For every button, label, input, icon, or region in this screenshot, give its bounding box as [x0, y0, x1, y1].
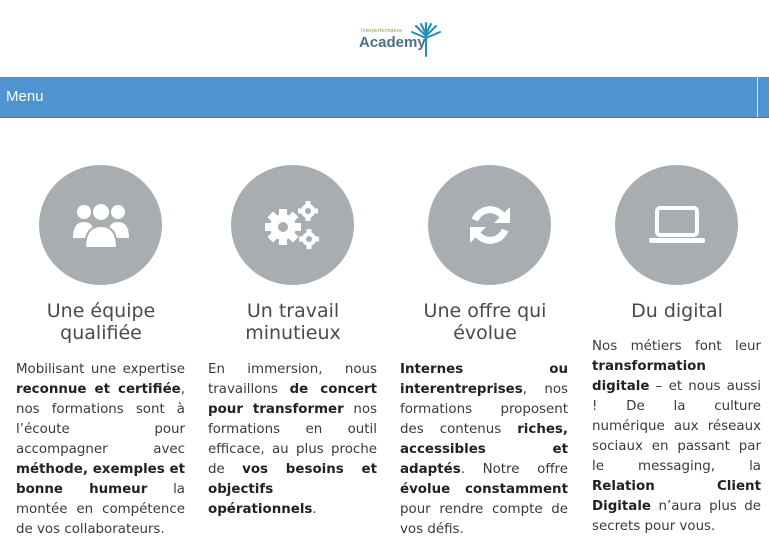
feature-title-gears: Un travail minutieux — [245, 300, 341, 344]
menu-bar: Menu — [0, 77, 769, 118]
feature-title-team: Une équipe qualifiée — [46, 300, 156, 344]
menu-toggle[interactable]: Menu — [6, 88, 44, 105]
refresh-icon — [469, 206, 510, 244]
feature-circle-refresh — [428, 165, 551, 285]
feature-title-refresh: Une offre qui évolue — [423, 300, 547, 344]
feature-circle-digital — [615, 165, 738, 285]
feature-circle-team — [39, 165, 162, 285]
site-header: Interperformance Academy — [0, 0, 769, 77]
laptop-icon — [648, 206, 705, 243]
feature-text-refresh: Internes ou interentreprises, nos format… — [400, 362, 568, 537]
team-icon — [72, 202, 129, 249]
menu-separator — [757, 77, 758, 117]
gears-icon — [264, 201, 319, 249]
feature-text-team: Mobilisant une expertise reconnue et cer… — [16, 362, 185, 537]
feature-title-digital: Du digital — [631, 300, 723, 322]
feature-text-gears: En immersion, nous travaillons de concer… — [208, 362, 378, 517]
feature-circle-gears — [231, 165, 354, 285]
tree-icon — [411, 22, 441, 57]
feature-text-digital: Nos métiers font leur transformation dig… — [592, 339, 761, 534]
academy-logo[interactable]: Interperformance Academy — [358, 22, 442, 58]
